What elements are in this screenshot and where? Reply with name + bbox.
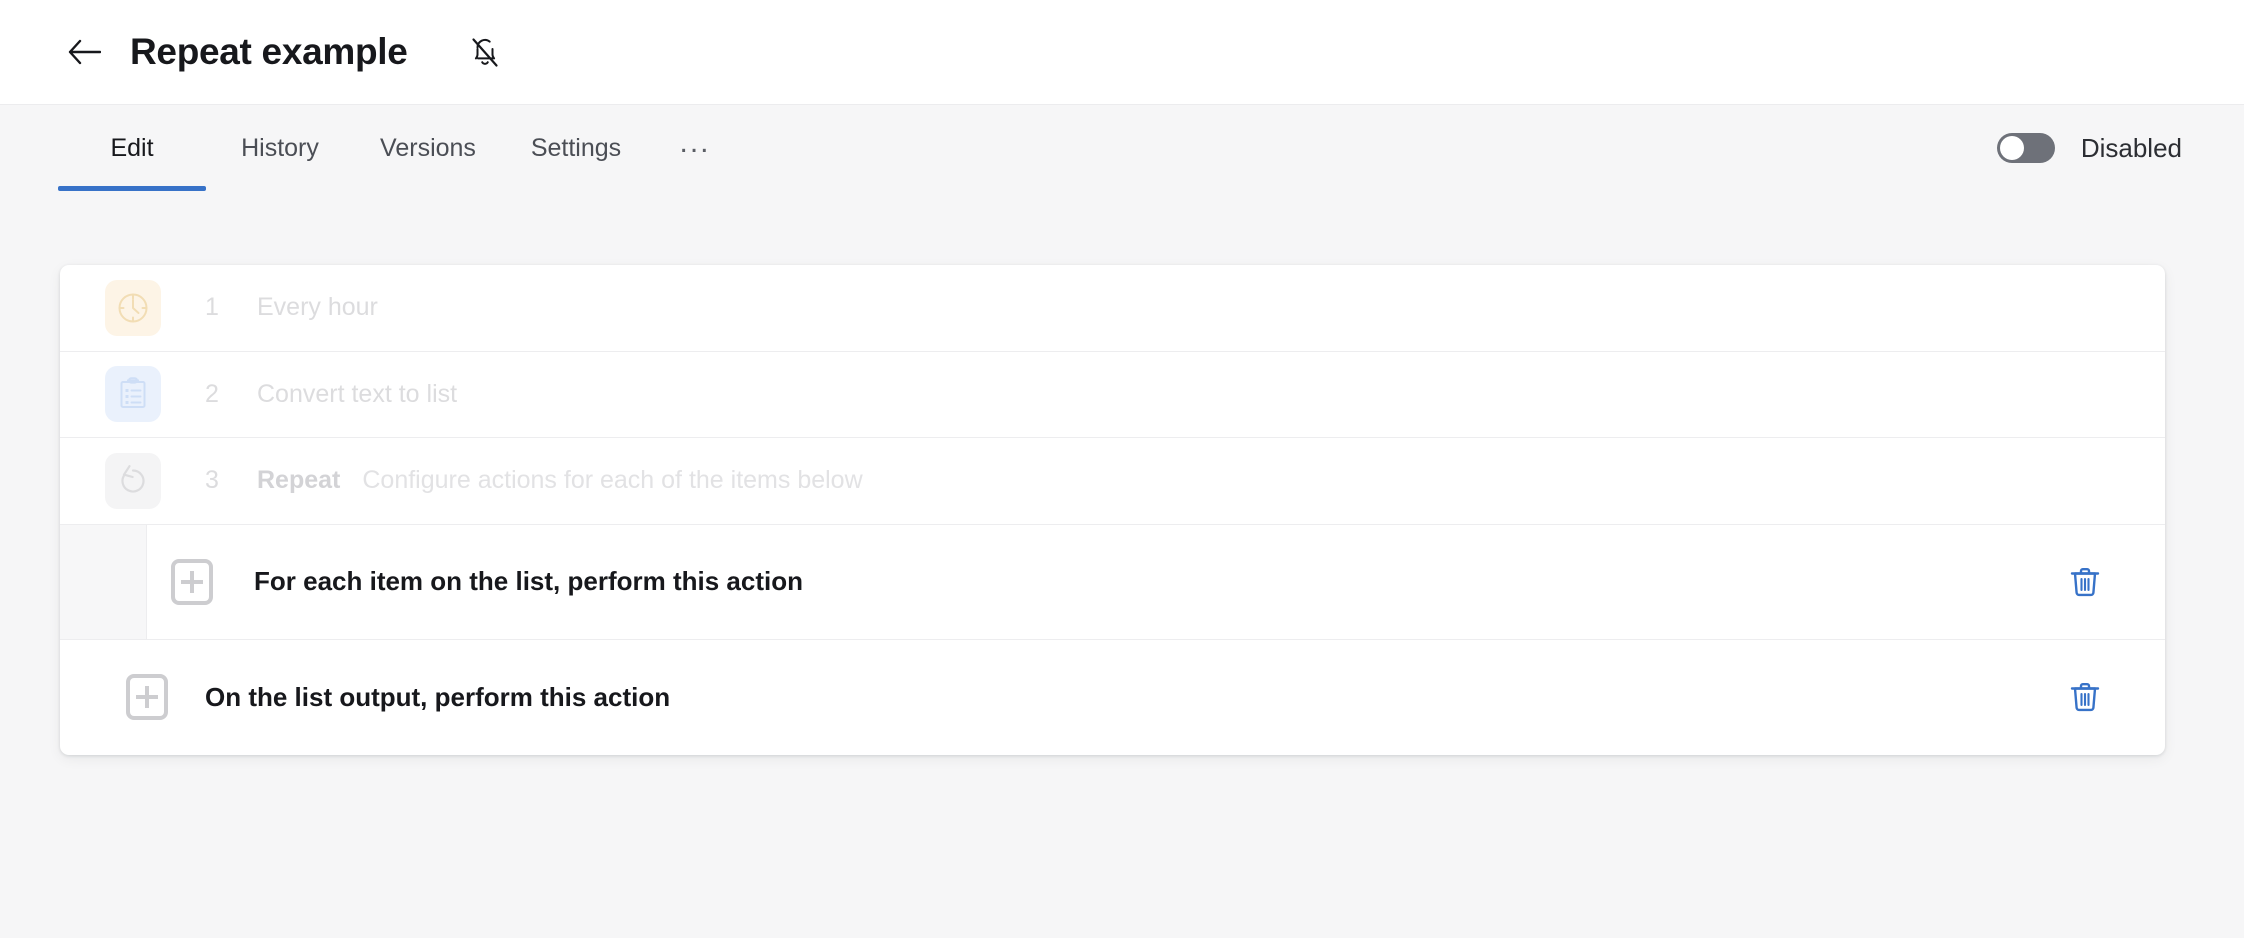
trash-icon	[2068, 564, 2102, 600]
enable-toggle[interactable]	[1997, 133, 2055, 163]
tab-overflow-menu[interactable]: ...	[650, 105, 740, 191]
root-action-label: On the list output, perform this action	[205, 682, 670, 713]
tab-list: Edit History Versions Settings ...	[58, 105, 740, 223]
delete-nested-action-button[interactable]	[2061, 558, 2109, 606]
nested-action-row: For each item on the list, perform this …	[60, 525, 2165, 640]
app-header: Repeat example	[0, 0, 2244, 105]
workflow-step-row[interactable]: 2 Convert text to list	[60, 352, 2165, 439]
add-nested-action-button[interactable]	[147, 559, 236, 605]
step-icon-badge	[105, 366, 161, 422]
step-icon-container	[60, 453, 205, 509]
bell-off-icon	[469, 35, 501, 69]
step-title: Repeat	[257, 466, 340, 495]
enable-toggle-label: Disabled	[2081, 133, 2182, 164]
delete-root-action-button[interactable]	[2061, 673, 2109, 721]
step-icon-badge	[105, 453, 161, 509]
trash-icon	[2068, 679, 2102, 715]
notifications-toggle-button[interactable]	[464, 31, 506, 73]
step-title: Every hour	[257, 293, 378, 322]
tab-settings[interactable]: Settings	[502, 105, 650, 191]
plus-square-icon	[171, 559, 213, 605]
tab-history[interactable]: History	[206, 105, 354, 191]
step-icon-container	[60, 366, 205, 422]
tab-bar: Edit History Versions Settings ... Disab…	[0, 105, 2244, 223]
arrow-left-icon	[67, 38, 101, 66]
workflow-card: 1 Every hour 2 Convert text to list	[60, 265, 2165, 755]
tab-versions[interactable]: Versions	[354, 105, 502, 191]
ellipsis-icon: ...	[679, 126, 710, 160]
enable-toggle-group: Disabled	[1997, 105, 2182, 191]
page-title: Repeat example	[130, 31, 408, 73]
step-index: 1	[205, 293, 257, 322]
workflow-step-row[interactable]: 1 Every hour	[60, 265, 2165, 352]
workflow-step-row[interactable]: 3 Repeat Configure actions for each of t…	[60, 438, 2165, 525]
clock-icon	[114, 289, 152, 327]
root-action-row: On the list output, perform this action	[60, 640, 2165, 755]
step-index: 2	[205, 380, 257, 409]
plus-square-icon	[126, 674, 168, 720]
clipboard-list-icon	[114, 375, 152, 413]
tab-settings-label: Settings	[531, 134, 621, 163]
step-icon-badge	[105, 280, 161, 336]
back-button[interactable]	[62, 30, 106, 74]
tab-edit[interactable]: Edit	[58, 105, 206, 191]
step-index: 3	[205, 466, 257, 495]
nested-action-label: For each item on the list, perform this …	[254, 566, 803, 597]
toggle-knob	[2000, 136, 2024, 160]
repeat-icon	[114, 462, 152, 500]
tab-versions-label: Versions	[380, 134, 476, 163]
step-description: Configure actions for each of the items …	[362, 466, 862, 495]
step-icon-container	[60, 280, 205, 336]
nesting-indent-strip	[60, 525, 147, 639]
tab-history-label: History	[241, 134, 319, 163]
step-title: Convert text to list	[257, 380, 457, 409]
add-root-action-button[interactable]	[102, 674, 191, 720]
tab-edit-label: Edit	[110, 134, 153, 163]
